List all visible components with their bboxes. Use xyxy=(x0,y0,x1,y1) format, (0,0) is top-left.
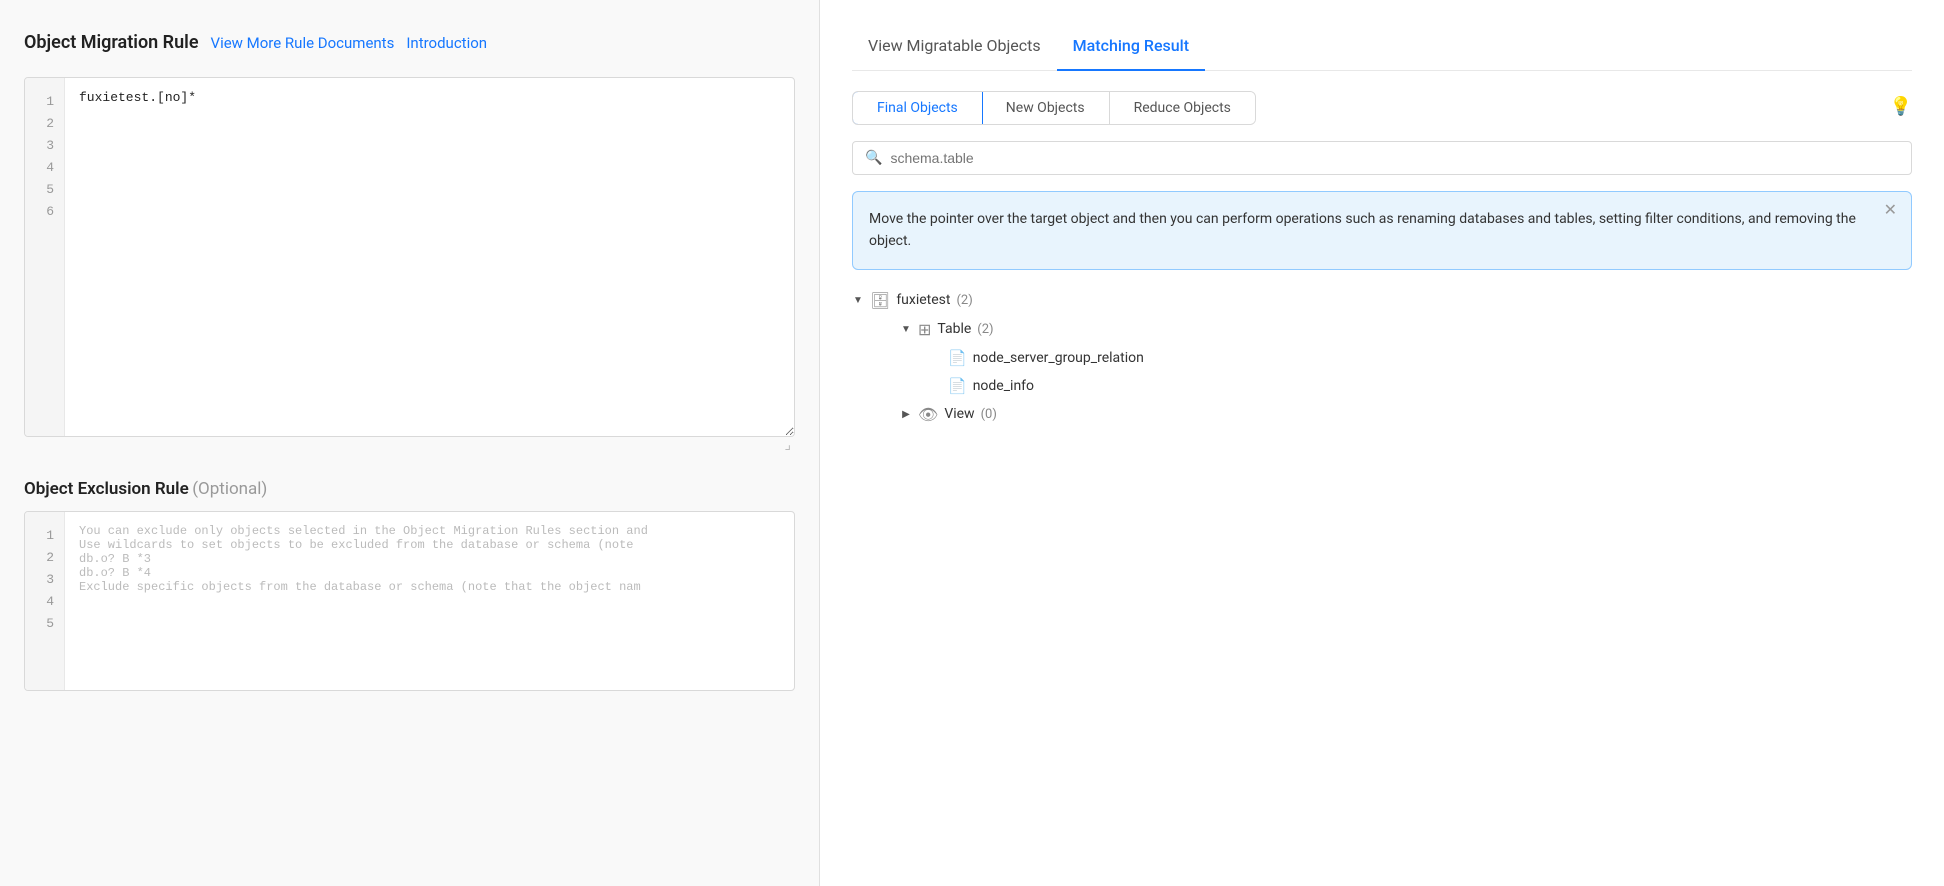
tree-label-table: Table xyxy=(937,321,971,337)
database-icon: 🗄 xyxy=(870,291,890,310)
tree-count-view: (0) xyxy=(981,407,997,422)
right-panel: View Migratable Objects Matching Result … xyxy=(820,0,1944,886)
tree-label-fuxietest: fuxietest xyxy=(896,292,950,308)
line-num-4: 4 xyxy=(25,156,64,178)
tree-item-view[interactable]: ▶ 👁 View (0) xyxy=(900,400,1912,429)
tree-container: ▼ 🗄 fuxietest (2) ▼ ⊞ Table (2) 📄 node_s… xyxy=(852,286,1912,858)
line-num-6: 6 xyxy=(25,200,64,222)
sub-tab-new-objects[interactable]: New Objects xyxy=(982,92,1110,124)
resize-handle[interactable]: ⌟ xyxy=(24,437,795,455)
tree-leaf-label-2: node_info xyxy=(973,378,1034,394)
line-num-1: 1 xyxy=(25,90,64,112)
line-num-5: 5 xyxy=(25,178,64,200)
line-num-3: 3 xyxy=(25,134,64,156)
excl-line-num-3: 3 xyxy=(25,568,64,590)
tree-table-children: 📄 node_server_group_relation 📄 node_info xyxy=(908,344,1912,400)
tree-leaf-node-info[interactable]: 📄 node_info xyxy=(948,372,1912,400)
tree-children-fuxietest: ▼ ⊞ Table (2) 📄 node_server_group_relati… xyxy=(880,315,1912,429)
tree-count-table: (2) xyxy=(977,322,993,337)
sub-tab-reduce-objects[interactable]: Reduce Objects xyxy=(1110,92,1255,124)
exclusion-rule-placeholder[interactable]: You can exclude only objects selected in… xyxy=(65,512,794,690)
table-leaf-icon-1: 📄 xyxy=(948,349,967,367)
search-icon: 🔍 xyxy=(865,150,882,166)
excl-line-num-4: 4 xyxy=(25,590,64,612)
tree-leaf-label-1: node_server_group_relation xyxy=(973,350,1144,366)
tree-leaf-node-server-group-relation[interactable]: 📄 node_server_group_relation xyxy=(948,344,1912,372)
table-leaf-icon-2: 📄 xyxy=(948,377,967,395)
tab-view-migratable[interactable]: View Migratable Objects xyxy=(852,28,1057,71)
info-box-close[interactable]: ✕ xyxy=(1884,202,1897,218)
migration-rule-title: Object Migration Rule xyxy=(24,32,199,53)
exclusion-rule-section: Object Exclusion Rule (Optional) 1 2 3 4… xyxy=(24,479,795,691)
introduction-link[interactable]: Introduction xyxy=(406,34,487,52)
excl-line-num-1: 1 xyxy=(25,524,64,546)
tree-arrow-table[interactable]: ▼ xyxy=(900,324,912,335)
right-tab-bar: View Migratable Objects Matching Result xyxy=(852,28,1912,71)
exclusion-line-numbers: 1 2 3 4 5 xyxy=(25,512,65,690)
migration-rule-code[interactable]: fuxietest.[no]* xyxy=(65,78,794,436)
excl-line-num-2: 2 xyxy=(25,546,64,568)
tree-arrow-fuxietest[interactable]: ▼ xyxy=(852,295,864,306)
line-numbers: 1 2 3 4 5 6 xyxy=(25,78,65,436)
table-icon: ⊞ xyxy=(918,320,931,339)
exclusion-optional: (Optional) xyxy=(192,479,267,499)
sub-tab-final-objects[interactable]: Final Objects xyxy=(852,91,983,125)
tab-matching-result[interactable]: Matching Result xyxy=(1057,28,1205,71)
line-num-2: 2 xyxy=(25,112,64,134)
migration-rule-editor[interactable]: 1 2 3 4 5 6 fuxietest.[no]* xyxy=(24,77,795,437)
tree-count-fuxietest: (2) xyxy=(956,293,972,308)
exclusion-rule-editor[interactable]: 1 2 3 4 5 You can exclude only objects s… xyxy=(24,511,795,691)
search-box[interactable]: 🔍 xyxy=(852,141,1912,175)
sub-tab-row: Final Objects New Objects Reduce Objects… xyxy=(852,87,1912,125)
left-panel: Object Migration Rule View More Rule Doc… xyxy=(0,0,820,886)
left-header: Object Migration Rule View More Rule Doc… xyxy=(24,32,795,53)
view-icon: 👁 xyxy=(918,405,938,424)
tree-arrow-view[interactable]: ▶ xyxy=(900,409,912,420)
tree-item-table[interactable]: ▼ ⊞ Table (2) xyxy=(900,315,1912,344)
sub-tab-group: Final Objects New Objects Reduce Objects xyxy=(852,91,1256,125)
tree-label-view: View xyxy=(944,406,974,422)
search-input[interactable] xyxy=(890,150,1899,166)
bulb-icon[interactable]: 💡 xyxy=(1890,96,1912,117)
tree-item-fuxietest[interactable]: ▼ 🗄 fuxietest (2) xyxy=(852,286,1912,315)
exclusion-rule-title: Object Exclusion Rule xyxy=(24,479,189,499)
info-box: Move the pointer over the target object … xyxy=(852,191,1912,270)
excl-line-num-5: 5 xyxy=(25,612,64,634)
view-docs-link[interactable]: View More Rule Documents xyxy=(211,34,395,52)
info-message: Move the pointer over the target object … xyxy=(869,211,1856,249)
